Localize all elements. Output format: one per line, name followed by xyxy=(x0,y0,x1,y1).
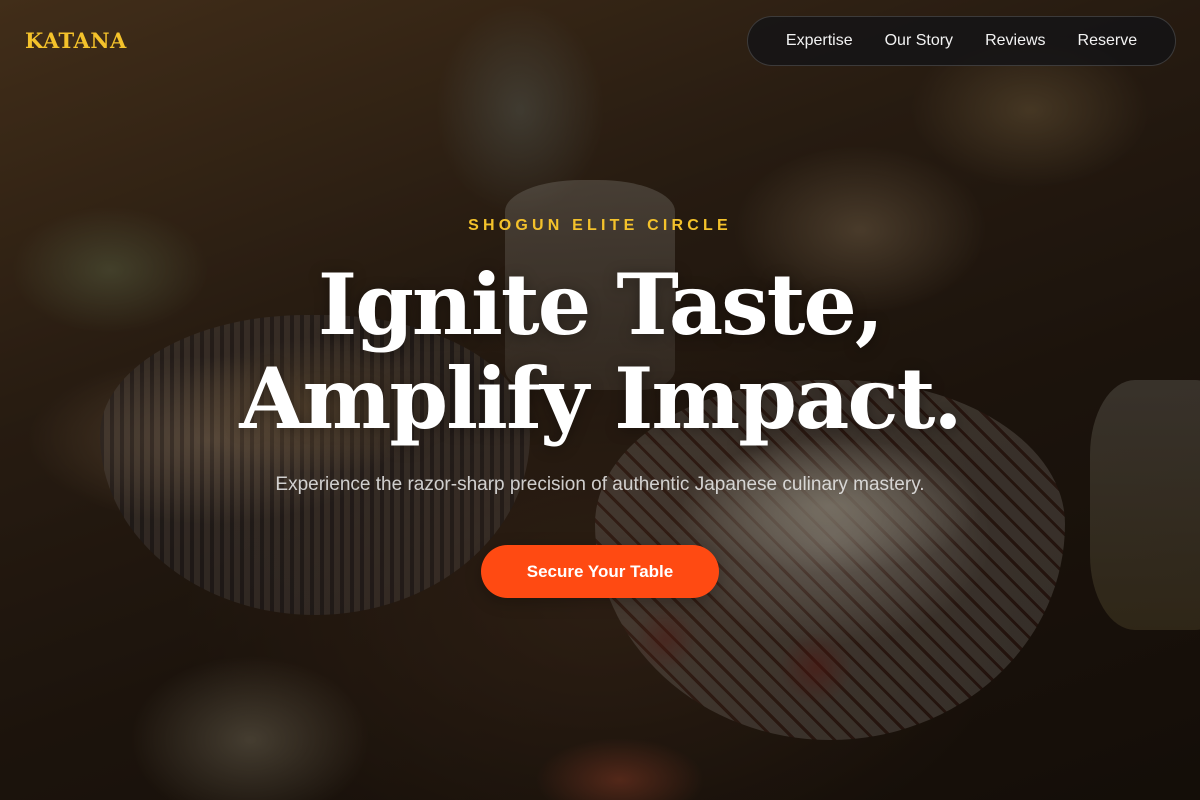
main-nav: Expertise Our Story Reviews Reserve xyxy=(747,16,1176,66)
brand-logo[interactable]: KATANA xyxy=(25,28,127,53)
hero-subtitle: Experience the razor-sharp precision of … xyxy=(275,474,925,495)
hero-section: KATANA Expertise Our Story Reviews Reser… xyxy=(0,0,1200,800)
nav-link-reviews[interactable]: Reviews xyxy=(985,32,1045,50)
headline-line-2: Amplify Impact. xyxy=(239,349,962,448)
headline-line-1: Ignite Taste, xyxy=(317,255,884,354)
hero-headline: Ignite Taste, Amplify Impact. xyxy=(0,258,1200,446)
nav-link-expertise[interactable]: Expertise xyxy=(786,32,853,50)
hero-eyebrow: SHOGUN ELITE CIRCLE xyxy=(468,217,732,234)
secure-table-button[interactable]: Secure Your Table xyxy=(481,545,719,598)
nav-link-reserve[interactable]: Reserve xyxy=(1078,32,1138,50)
nav-link-our-story[interactable]: Our Story xyxy=(885,32,953,50)
